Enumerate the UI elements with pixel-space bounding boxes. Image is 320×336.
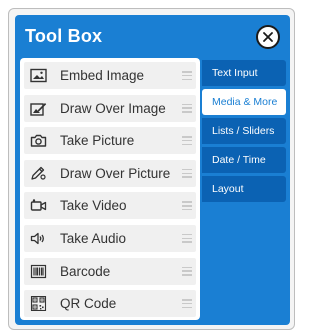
tool-item-draw-over-image[interactable]: Draw Over Image: [24, 94, 196, 122]
drag-handle-icon[interactable]: [182, 136, 192, 146]
video-icon: [28, 198, 48, 214]
tool-item-label: QR Code: [60, 296, 117, 312]
window-title: Tool Box: [25, 26, 103, 46]
tool-item-label: Take Picture: [60, 133, 135, 149]
toolbox-window: Tool Box Embed Image Draw Over Image Tak…: [8, 8, 295, 330]
tool-list: Embed Image Draw Over Image Take Picture: [20, 58, 200, 320]
image-icon: [28, 68, 48, 84]
speaker-icon: [28, 230, 48, 246]
tool-item-take-video[interactable]: Take Video: [24, 192, 196, 220]
tab-media-and-more[interactable]: Media & More: [202, 89, 286, 115]
tool-item-take-audio[interactable]: Take Audio: [24, 224, 196, 252]
drag-handle-icon[interactable]: [182, 71, 192, 80]
drag-handle-icon[interactable]: [182, 233, 192, 243]
tool-item-label: Draw Over Image: [60, 100, 166, 116]
drag-handle-icon[interactable]: [182, 266, 192, 276]
drag-handle-icon[interactable]: [182, 299, 192, 309]
category-tabs: Text Input Media & More Lists / Sliders …: [202, 60, 286, 205]
tool-item-qr-code[interactable]: QR Code: [24, 290, 196, 318]
drag-handle-icon[interactable]: [182, 103, 192, 113]
tool-item-take-picture[interactable]: Take Picture: [24, 127, 196, 155]
tool-item-label: Take Audio: [60, 230, 127, 246]
tab-layout[interactable]: Layout: [202, 176, 286, 202]
close-icon: [263, 32, 273, 42]
tool-item-label: Take Video: [60, 198, 127, 214]
toolbox-panel: Tool Box Embed Image Draw Over Image Tak…: [15, 15, 290, 325]
drag-handle-icon[interactable]: [182, 168, 192, 178]
draw-image-icon: [28, 100, 48, 116]
camera-icon: [28, 133, 48, 149]
barcode-icon: [28, 263, 48, 279]
pencil-icon: [28, 165, 48, 181]
close-button[interactable]: [256, 25, 280, 49]
tab-date-time[interactable]: Date / Time: [202, 147, 286, 173]
tool-item-label: Embed Image: [60, 68, 145, 83]
tab-lists-sliders[interactable]: Lists / Sliders: [202, 118, 286, 144]
tool-item-label: Draw Over Picture: [60, 165, 171, 181]
tool-item-label: Barcode: [60, 263, 111, 279]
tool-item-barcode[interactable]: Barcode: [24, 257, 196, 285]
qr-code-icon: [28, 296, 48, 312]
tool-item-draw-over-picture[interactable]: Draw Over Picture: [24, 159, 196, 187]
tab-text-input[interactable]: Text Input: [202, 60, 286, 86]
drag-handle-icon[interactable]: [182, 201, 192, 211]
tool-item-embed-image[interactable]: Embed Image: [24, 62, 196, 89]
